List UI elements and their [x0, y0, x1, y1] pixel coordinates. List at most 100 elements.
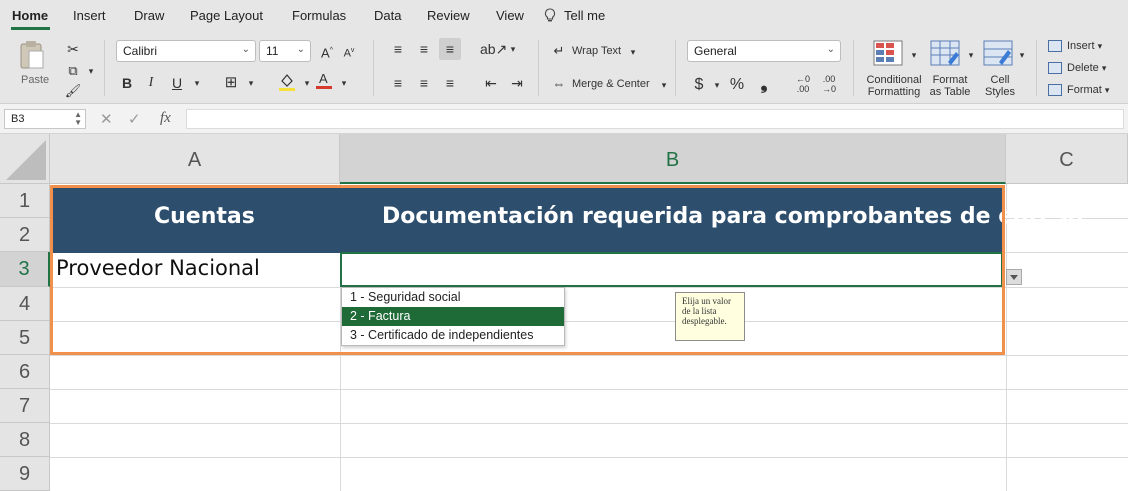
align-middle-icon[interactable]: ≡ [413, 38, 435, 60]
row-header-8[interactable]: 8 [0, 423, 50, 457]
row-header-3[interactable]: 3 [0, 252, 50, 287]
format-label: Format [1067, 84, 1102, 96]
decrease-indent-icon[interactable]: ⇤ [480, 72, 502, 94]
align-center-icon[interactable]: ≡ [413, 72, 435, 94]
tab-formulas[interactable]: Formulas [292, 8, 346, 23]
conditional-formatting-button[interactable]: Conditional Formatting [862, 74, 926, 98]
percent-button[interactable]: % [726, 74, 748, 96]
tab-data[interactable]: Data [374, 8, 401, 23]
dropdown-arrow-button[interactable] [1006, 269, 1022, 285]
cell-styles-button[interactable]: Cell Styles [978, 74, 1022, 98]
chevron-down-icon[interactable]: ▾ [653, 74, 675, 96]
chevron-down-icon: ▾ [1101, 63, 1107, 73]
dropdown-option[interactable]: 1 - Seguridad social [342, 288, 564, 307]
tab-insert[interactable]: Insert [73, 8, 106, 23]
tab-home[interactable]: Home [12, 8, 48, 23]
lightbulb-icon[interactable] [544, 8, 556, 26]
select-all-triangle [6, 140, 46, 180]
row-header-4[interactable]: 4 [0, 287, 50, 321]
chevron-down-icon[interactable]: ▾ [502, 38, 524, 60]
fill-color-icon[interactable] [276, 72, 298, 94]
delete-cells-button[interactable]: Delete ▾ [1048, 62, 1107, 75]
gridline [1006, 184, 1007, 491]
underline-button[interactable]: U [166, 72, 188, 94]
borders-icon[interactable]: ⊞ [220, 72, 242, 94]
validation-dropdown-list[interactable]: 1 - Seguridad social 2 - Factura 3 - Cer… [341, 287, 565, 346]
font-color-icon[interactable]: A [313, 70, 335, 92]
paste-icon[interactable] [18, 40, 46, 70]
format-painter-icon[interactable]: 🖌 [62, 80, 84, 102]
chevron-down-icon[interactable]: ▾ [333, 72, 355, 94]
decrease-font-icon[interactable]: Av [338, 40, 360, 62]
chevron-down-icon: ⌄ [241, 44, 250, 55]
tab-draw[interactable]: Draw [134, 8, 164, 23]
increase-font-icon[interactable]: A^ [316, 40, 338, 62]
format-cells-button[interactable]: Format ▾ [1048, 84, 1109, 97]
row-header-9[interactable]: 9 [0, 457, 50, 491]
align-right-icon[interactable]: ≡ [439, 72, 461, 94]
format-as-table-button[interactable]: Format as Table [925, 74, 975, 98]
paste-label[interactable]: Paste [21, 74, 49, 86]
tab-review[interactable]: Review [427, 8, 470, 23]
row-header-2[interactable]: 2 [0, 218, 50, 252]
increase-indent-icon[interactable]: ⇥ [506, 72, 528, 94]
divider [1036, 40, 1037, 96]
insert-cells-button[interactable]: Insert ▾ [1048, 40, 1102, 53]
format-as-table-icon[interactable] [930, 40, 960, 68]
decrease-decimal-icon[interactable]: .00 →0 [818, 74, 840, 96]
conditional-formatting-label-2: Formatting [867, 86, 921, 98]
select-all-corner[interactable] [0, 134, 50, 184]
italic-button[interactable]: I [140, 72, 162, 94]
chevron-down-icon[interactable]: ▾ [903, 44, 925, 66]
row-header-1[interactable]: 1 [0, 184, 50, 218]
column-header-a[interactable]: A [50, 134, 340, 184]
tell-me-search[interactable]: Tell me [564, 8, 605, 23]
align-left-icon[interactable]: ≡ [387, 72, 409, 94]
align-top-icon[interactable]: ≡ [387, 38, 409, 60]
chevron-down-icon[interactable]: ▾ [706, 74, 728, 96]
gridline [50, 389, 1128, 390]
font-name-select[interactable]: Calibri ⌄ [116, 40, 256, 62]
formula-input[interactable] [186, 109, 1124, 129]
dropdown-option-selected[interactable]: 2 - Factura [342, 307, 564, 326]
insert-function-icon[interactable]: fx [160, 110, 171, 127]
conditional-formatting-icon[interactable] [873, 40, 903, 68]
wrap-text-icon[interactable]: ↵ [548, 40, 570, 62]
row-header-5[interactable]: 5 [0, 321, 50, 355]
column-header-b[interactable]: B [340, 134, 1006, 184]
number-format-select[interactable]: General ⌄ [687, 40, 841, 62]
chevron-down-icon[interactable]: ▾ [622, 41, 644, 63]
orientation-icon[interactable]: ab↗ [480, 38, 507, 60]
gridline [50, 355, 1128, 356]
name-box[interactable]: B3 ▲ ▼ [4, 109, 86, 129]
bold-button[interactable]: B [116, 72, 138, 94]
format-as-table-label-2: as Table [929, 86, 971, 98]
chevron-down-icon[interactable]: ▾ [80, 60, 102, 82]
active-tab-indicator [11, 27, 50, 30]
cut-icon[interactable]: ✂ [62, 38, 84, 60]
merge-center-button[interactable]: Merge & Center [572, 78, 650, 90]
chevron-down-icon[interactable]: ▾ [240, 72, 262, 94]
dropdown-option[interactable]: 3 - Certificado de independientes [342, 326, 564, 345]
increase-decimal-icon[interactable]: ←0.00 [792, 74, 814, 96]
chevron-down-icon[interactable]: ▾ [960, 44, 982, 66]
font-size-value: 11 [266, 44, 279, 58]
tab-view[interactable]: View [496, 8, 524, 23]
wrap-text-button[interactable]: Wrap Text [572, 45, 621, 57]
row-header-7[interactable]: 7 [0, 389, 50, 423]
font-size-select[interactable]: 11 ⌄ [259, 40, 311, 62]
chevron-down-icon[interactable]: ▾ [1011, 44, 1033, 66]
merge-center-icon[interactable]: ⇔ [548, 73, 570, 95]
divider [104, 40, 105, 96]
tab-page-layout[interactable]: Page Layout [190, 8, 263, 23]
confirm-icon[interactable]: ✓ [128, 110, 141, 128]
row-header-6[interactable]: 6 [0, 355, 50, 389]
comma-button[interactable]: ❟ [753, 72, 775, 94]
cell-styles-icon[interactable] [983, 40, 1013, 68]
align-bottom-icon[interactable]: ≡ [439, 38, 461, 60]
chevron-down-icon[interactable]: ▾ [186, 72, 208, 94]
number-format-value: General [694, 44, 737, 58]
column-header-c[interactable]: C [1006, 134, 1128, 184]
insert-label: Insert [1067, 40, 1095, 52]
cancel-icon[interactable]: ✕ [100, 110, 113, 128]
